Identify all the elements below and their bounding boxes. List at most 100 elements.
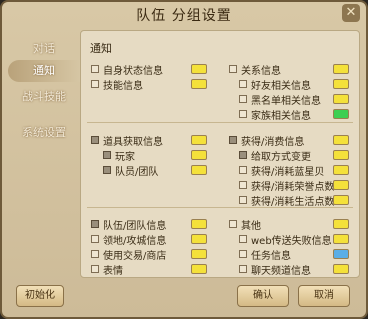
setting-label: 队员/团队 [115, 166, 159, 178]
setting-label: 黑名单相关信息 [251, 95, 321, 107]
checkbox[interactable] [91, 136, 99, 144]
confirm-button[interactable]: 确认 [237, 285, 289, 307]
color-swatch[interactable] [333, 109, 349, 119]
notify-setting[interactable]: 聊天频道信息 [239, 262, 311, 277]
tab-chat[interactable]: 对话 [8, 38, 80, 60]
checkbox[interactable] [103, 151, 111, 159]
tab-combat[interactable]: 战斗技能 [8, 86, 80, 108]
setting-label: web传送失败信息 [251, 235, 332, 247]
setting-label: 获得/消耗蓝星贝 [251, 166, 325, 178]
notify-setting[interactable]: 家族相关信息 [239, 107, 311, 122]
setting-label: 自身状态信息 [103, 65, 163, 77]
color-swatch[interactable] [333, 234, 349, 244]
notify-setting[interactable]: 技能信息 [91, 77, 143, 92]
checkbox[interactable] [239, 235, 247, 243]
notify-setting[interactable]: 获得/消耗生活点数 [239, 193, 335, 208]
notify-setting[interactable]: 使用交易/商店 [91, 247, 167, 262]
notify-setting[interactable]: 领地/攻城信息 [91, 232, 167, 247]
notify-setting[interactable]: 队员/团队 [103, 163, 159, 178]
setting-label: 任务信息 [251, 250, 291, 262]
setting-label: 好友相关信息 [251, 80, 311, 92]
notify-setting[interactable]: 表情 [91, 262, 123, 277]
checkbox[interactable] [91, 80, 99, 88]
setting-label: 获得/消耗生活点数 [251, 196, 335, 208]
checkbox[interactable] [239, 265, 247, 273]
color-swatch[interactable] [333, 195, 349, 205]
setting-label: 关系信息 [241, 65, 281, 77]
setting-label: 家族相关信息 [251, 110, 311, 122]
setting-label: 技能信息 [103, 80, 143, 92]
setting-label: 获得/消耗荣誉点数 [251, 181, 335, 193]
color-swatch[interactable] [333, 219, 349, 229]
notify-setting[interactable]: 队伍/团队信息 [91, 217, 167, 232]
notify-setting[interactable]: web传送失败信息 [239, 232, 332, 247]
color-swatch[interactable] [333, 94, 349, 104]
notify-setting[interactable]: 获得/消耗蓝星贝 [239, 163, 325, 178]
notify-setting[interactable]: 任务信息 [239, 247, 291, 262]
divider [87, 122, 353, 123]
color-swatch[interactable] [333, 150, 349, 160]
checkbox[interactable] [239, 181, 247, 189]
color-swatch[interactable] [333, 64, 349, 74]
checkbox[interactable] [91, 250, 99, 258]
checkbox[interactable] [229, 220, 237, 228]
notify-setting[interactable]: 玩家 [103, 148, 135, 163]
notify-setting[interactable]: 道具获取信息 [91, 133, 163, 148]
setting-label: 表情 [103, 265, 123, 277]
checkbox[interactable] [239, 166, 247, 174]
settings-panel: 通知 自身状态信息 技能信息 关系信息好友相关信息 黑名单相关信息 家族相关信息道具获取… [80, 30, 360, 278]
reset-button[interactable]: 初始化 [16, 285, 64, 307]
checkbox[interactable] [239, 80, 247, 88]
checkbox[interactable] [91, 235, 99, 243]
notify-setting[interactable]: 给取方式变更 [239, 148, 311, 163]
color-swatch[interactable] [191, 79, 207, 89]
notify-setting[interactable]: 获得/消耗荣誉点数 [239, 178, 335, 193]
tab-notify[interactable]: 通知 [8, 60, 80, 82]
color-swatch[interactable] [191, 249, 207, 259]
color-swatch[interactable] [191, 234, 207, 244]
notify-setting[interactable]: 好友相关信息 [239, 77, 311, 92]
close-icon[interactable]: ✕ [342, 4, 360, 22]
color-swatch[interactable] [191, 219, 207, 229]
color-swatch[interactable] [191, 264, 207, 274]
checkbox[interactable] [239, 95, 247, 103]
color-swatch[interactable] [191, 135, 207, 145]
checkbox[interactable] [91, 220, 99, 228]
setting-label: 队伍/团队信息 [103, 220, 167, 232]
setting-label: 其他 [241, 220, 261, 232]
setting-label: 使用交易/商店 [103, 250, 167, 262]
checkbox[interactable] [91, 65, 99, 73]
color-swatch[interactable] [191, 165, 207, 175]
color-swatch[interactable] [333, 135, 349, 145]
color-swatch[interactable] [333, 264, 349, 274]
color-swatch[interactable] [333, 165, 349, 175]
panel-title: 通知 [90, 42, 112, 55]
color-swatch[interactable] [191, 64, 207, 74]
cancel-button[interactable]: 取消 [298, 285, 350, 307]
color-swatch[interactable] [333, 180, 349, 190]
notify-setting[interactable]: 关系信息 [229, 62, 281, 77]
setting-label: 领地/攻城信息 [103, 235, 167, 247]
setting-label: 获得/消费信息 [241, 136, 305, 148]
checkbox[interactable] [229, 136, 237, 144]
checkbox[interactable] [103, 166, 111, 174]
notify-setting[interactable]: 自身状态信息 [91, 62, 163, 77]
settings-window: 队伍 分组设置 ✕ 对话 通知 战斗技能 系统设置 通知 自身状态信息 技能信息 关… [0, 0, 368, 319]
tab-system[interactable]: 系统设置 [8, 122, 80, 144]
checkbox[interactable] [239, 151, 247, 159]
notify-setting[interactable]: 黑名单相关信息 [239, 92, 321, 107]
checkbox[interactable] [239, 196, 247, 204]
notify-setting[interactable]: 其他 [229, 217, 261, 232]
window-title: 队伍 分组设置 [136, 8, 232, 24]
checkbox[interactable] [91, 265, 99, 273]
color-swatch[interactable] [333, 79, 349, 89]
notify-setting[interactable]: 获得/消费信息 [229, 133, 305, 148]
color-swatch[interactable] [191, 150, 207, 160]
setting-label: 道具获取信息 [103, 136, 163, 148]
color-swatch[interactable] [333, 249, 349, 259]
checkbox[interactable] [229, 65, 237, 73]
checkbox[interactable] [239, 110, 247, 118]
setting-label: 聊天频道信息 [251, 265, 311, 277]
checkbox[interactable] [239, 250, 247, 258]
setting-label: 给取方式变更 [251, 151, 311, 163]
